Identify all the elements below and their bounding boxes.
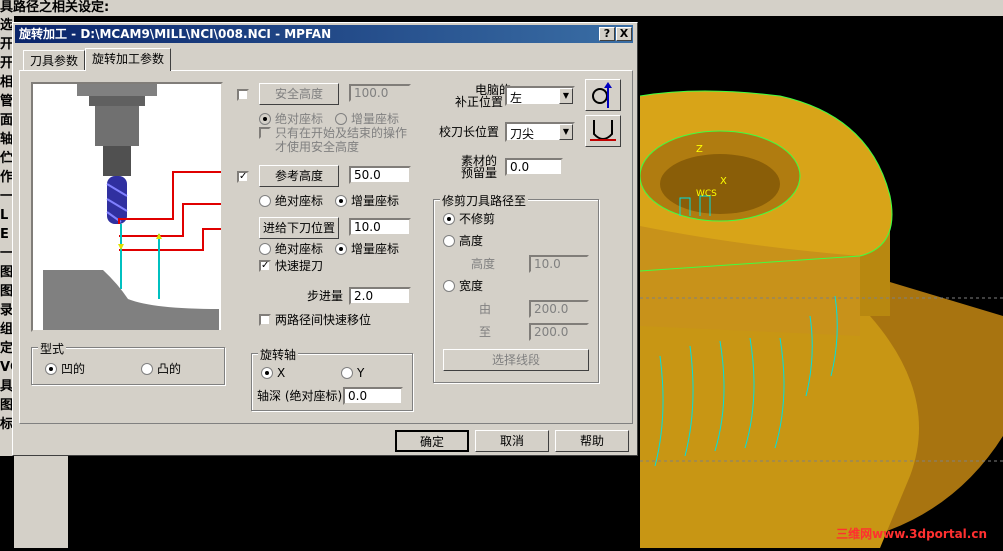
ok-button[interactable]: 确定 [395,430,469,452]
chevron-down-icon[interactable]: ▼ [559,124,573,140]
feed-inc-label: 增量座标 [351,242,400,256]
safe-abs-radio[interactable] [259,113,271,125]
cancel-button[interactable]: 取消 [475,430,549,452]
trim-group-title: 修剪刀具路径至 [440,192,529,209]
feed-abs-label: 绝对座标 [275,242,324,256]
feed-inc-radio[interactable] [335,243,347,255]
svg-text:WCS: WCS [696,189,717,199]
height-value-label: 高度 [471,257,496,271]
menu-background [14,456,68,548]
prompt-text: 具路径之相关设定: [0,0,110,15]
tip-icon-button[interactable] [585,115,621,147]
fast-retract-label: 快速提刀 [275,259,324,273]
concave-radio[interactable] [45,363,57,375]
comp-left-icon [592,82,612,108]
svg-text:X: X [720,176,727,187]
axis-y-radio[interactable] [341,367,353,379]
ref-abs-label: 绝对座标 [275,194,324,208]
close-button[interactable]: X [616,27,632,41]
help-title-button[interactable]: ? [599,27,615,41]
safe-abs-label: 绝对座标 [275,112,324,126]
safe-inc-label: 增量座标 [351,112,400,126]
tool-height-diagram [43,84,221,330]
only-start-end-label: 只有在开始及结束的操作 [275,126,408,140]
ref-height-button[interactable]: 参考高度 [259,165,339,187]
no-trim-radio[interactable] [443,213,455,225]
step-label: 步进量 [307,289,344,303]
axis-y-label: Y [357,366,365,380]
concave-label: 凹的 [61,362,86,376]
stock-field[interactable]: 0.0 [505,158,563,176]
to-label: 至 [479,325,492,339]
only-start-end-label-2: 才使用安全高度 [275,140,360,154]
tab-tool-params[interactable]: 刀具参数 [23,50,86,71]
feed-plane-field[interactable]: 10.0 [349,218,411,236]
ref-height-checkbox[interactable]: ✓ [237,171,249,183]
only-start-end-checkbox[interactable] [259,127,271,139]
ref-abs-radio[interactable] [259,195,271,207]
height-value-field[interactable]: 10.0 [529,255,589,273]
model-view: Z X WCS [639,90,1003,548]
fast-move-label: 两路径间快速移位 [275,313,372,327]
dialog-titlebar[interactable]: 旋转加工 - D:\MCAM9\MILL\NCI\008.NCI - MPFAN… [15,25,633,43]
chevron-down-icon[interactable]: ▼ [559,88,573,104]
axis-x-label: X [277,366,286,380]
tool-tip-icon [590,120,616,141]
step-field[interactable]: 2.0 [349,287,411,305]
dialog-title: 旋转加工 - D:\MCAM9\MILL\NCI\008.NCI - MPFAN [19,27,332,41]
app-prompt-bar: 具路径之相关设定: [0,0,1003,16]
safe-height-checkbox[interactable] [237,89,249,101]
convex-label: 凸的 [157,362,182,376]
trim-width-label: 宽度 [459,279,484,293]
graphics-viewport[interactable]: Z X WCS [639,16,1003,548]
comp-select[interactable]: 左 ▼ [505,86,575,106]
feed-plane-button[interactable]: 进给下刀位置 [259,217,339,239]
axis-depth-label: 轴深 (绝对座标) [257,389,343,403]
select-segment-button[interactable]: 选择线段 [443,349,589,371]
tab-rotary-params[interactable]: 旋转加工参数 [85,48,172,71]
axis-depth-field[interactable]: 0.0 [343,387,403,405]
from-label: 由 [479,302,492,316]
style-group-title: 型式 [38,340,67,357]
tool-diagram [31,82,223,332]
convex-radio[interactable] [141,363,153,375]
rotary-axis-title: 旋转轴 [258,346,299,363]
trim-height-label: 高度 [459,234,484,248]
from-field[interactable]: 200.0 [529,300,589,318]
safe-height-button[interactable]: 安全高度 [259,83,339,105]
feed-abs-radio[interactable] [259,243,271,255]
trim-height-radio[interactable] [443,235,455,247]
to-field[interactable]: 200.0 [529,323,589,341]
comp-icon-button[interactable] [585,79,621,111]
comp-select-value: 左 [510,91,523,105]
ref-inc-label: 增量座标 [351,194,400,208]
rotary-machining-dialog: 旋转加工 - D:\MCAM9\MILL\NCI\008.NCI - MPFAN… [12,22,638,456]
tip-select[interactable]: 刀尖 ▼ [505,122,575,142]
comp-label-2: 补正位置 [455,95,504,109]
axis-x-radio[interactable] [261,367,273,379]
svg-text:Z: Z [696,144,703,155]
safe-height-field[interactable]: 100.0 [349,84,411,102]
stock-label-2: 预留量 [461,166,498,180]
tip-label: 校刀长位置 [439,125,500,139]
fast-move-checkbox[interactable] [259,314,271,326]
trim-width-radio[interactable] [443,280,455,292]
help-button[interactable]: 帮助 [555,430,629,452]
safe-inc-radio[interactable] [335,113,347,125]
ref-inc-radio[interactable] [335,195,347,207]
no-trim-label: 不修剪 [459,212,496,226]
watermark: 三维网www.3dportal.cn [836,527,987,541]
tip-select-value: 刀尖 [510,127,535,141]
fast-retract-checkbox[interactable]: ✓ [259,260,271,272]
ref-height-field[interactable]: 50.0 [349,166,411,184]
